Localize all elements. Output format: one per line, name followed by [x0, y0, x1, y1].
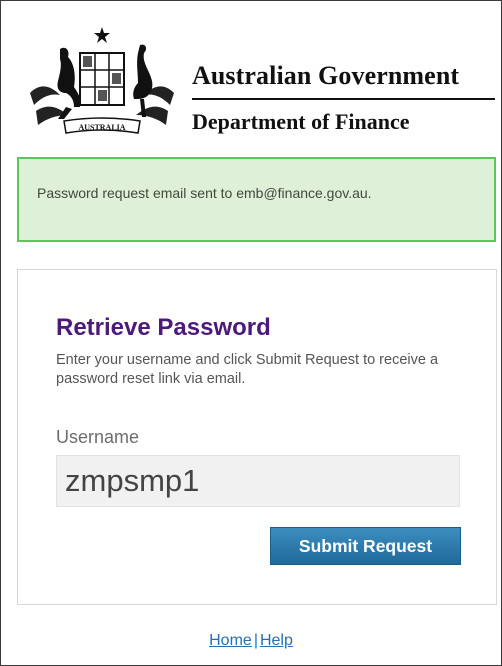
page-title: Retrieve Password — [56, 314, 271, 341]
department-name: Department of Finance — [192, 109, 410, 134]
header-divider — [192, 98, 495, 100]
success-alert: Password request email sent to emb@finan… — [17, 157, 496, 242]
footer-separator: | — [253, 632, 258, 649]
svg-text:AUSTRALIA: AUSTRALIA — [78, 123, 125, 132]
instructions-text: Enter your username and click Submit Req… — [56, 352, 439, 387]
header: AUSTRALIA Australian Government Departme… — [20, 23, 496, 147]
alert-message: Password request email sent to emb@finan… — [37, 185, 372, 201]
page-frame: AUSTRALIA Australian Government Departme… — [0, 0, 502, 666]
government-name: Australian Government — [192, 61, 460, 90]
username-label: Username — [56, 427, 140, 447]
coat-of-arms-icon: AUSTRALIA — [30, 27, 174, 134]
retrieve-password-card: Retrieve Password Enter your username an… — [17, 269, 497, 605]
username-input[interactable] — [56, 455, 460, 507]
submit-request-button[interactable]: Submit Request — [270, 527, 461, 565]
footer-links: Home | Help — [1, 632, 501, 650]
home-link[interactable]: Home — [209, 632, 252, 649]
help-link[interactable]: Help — [260, 632, 293, 649]
